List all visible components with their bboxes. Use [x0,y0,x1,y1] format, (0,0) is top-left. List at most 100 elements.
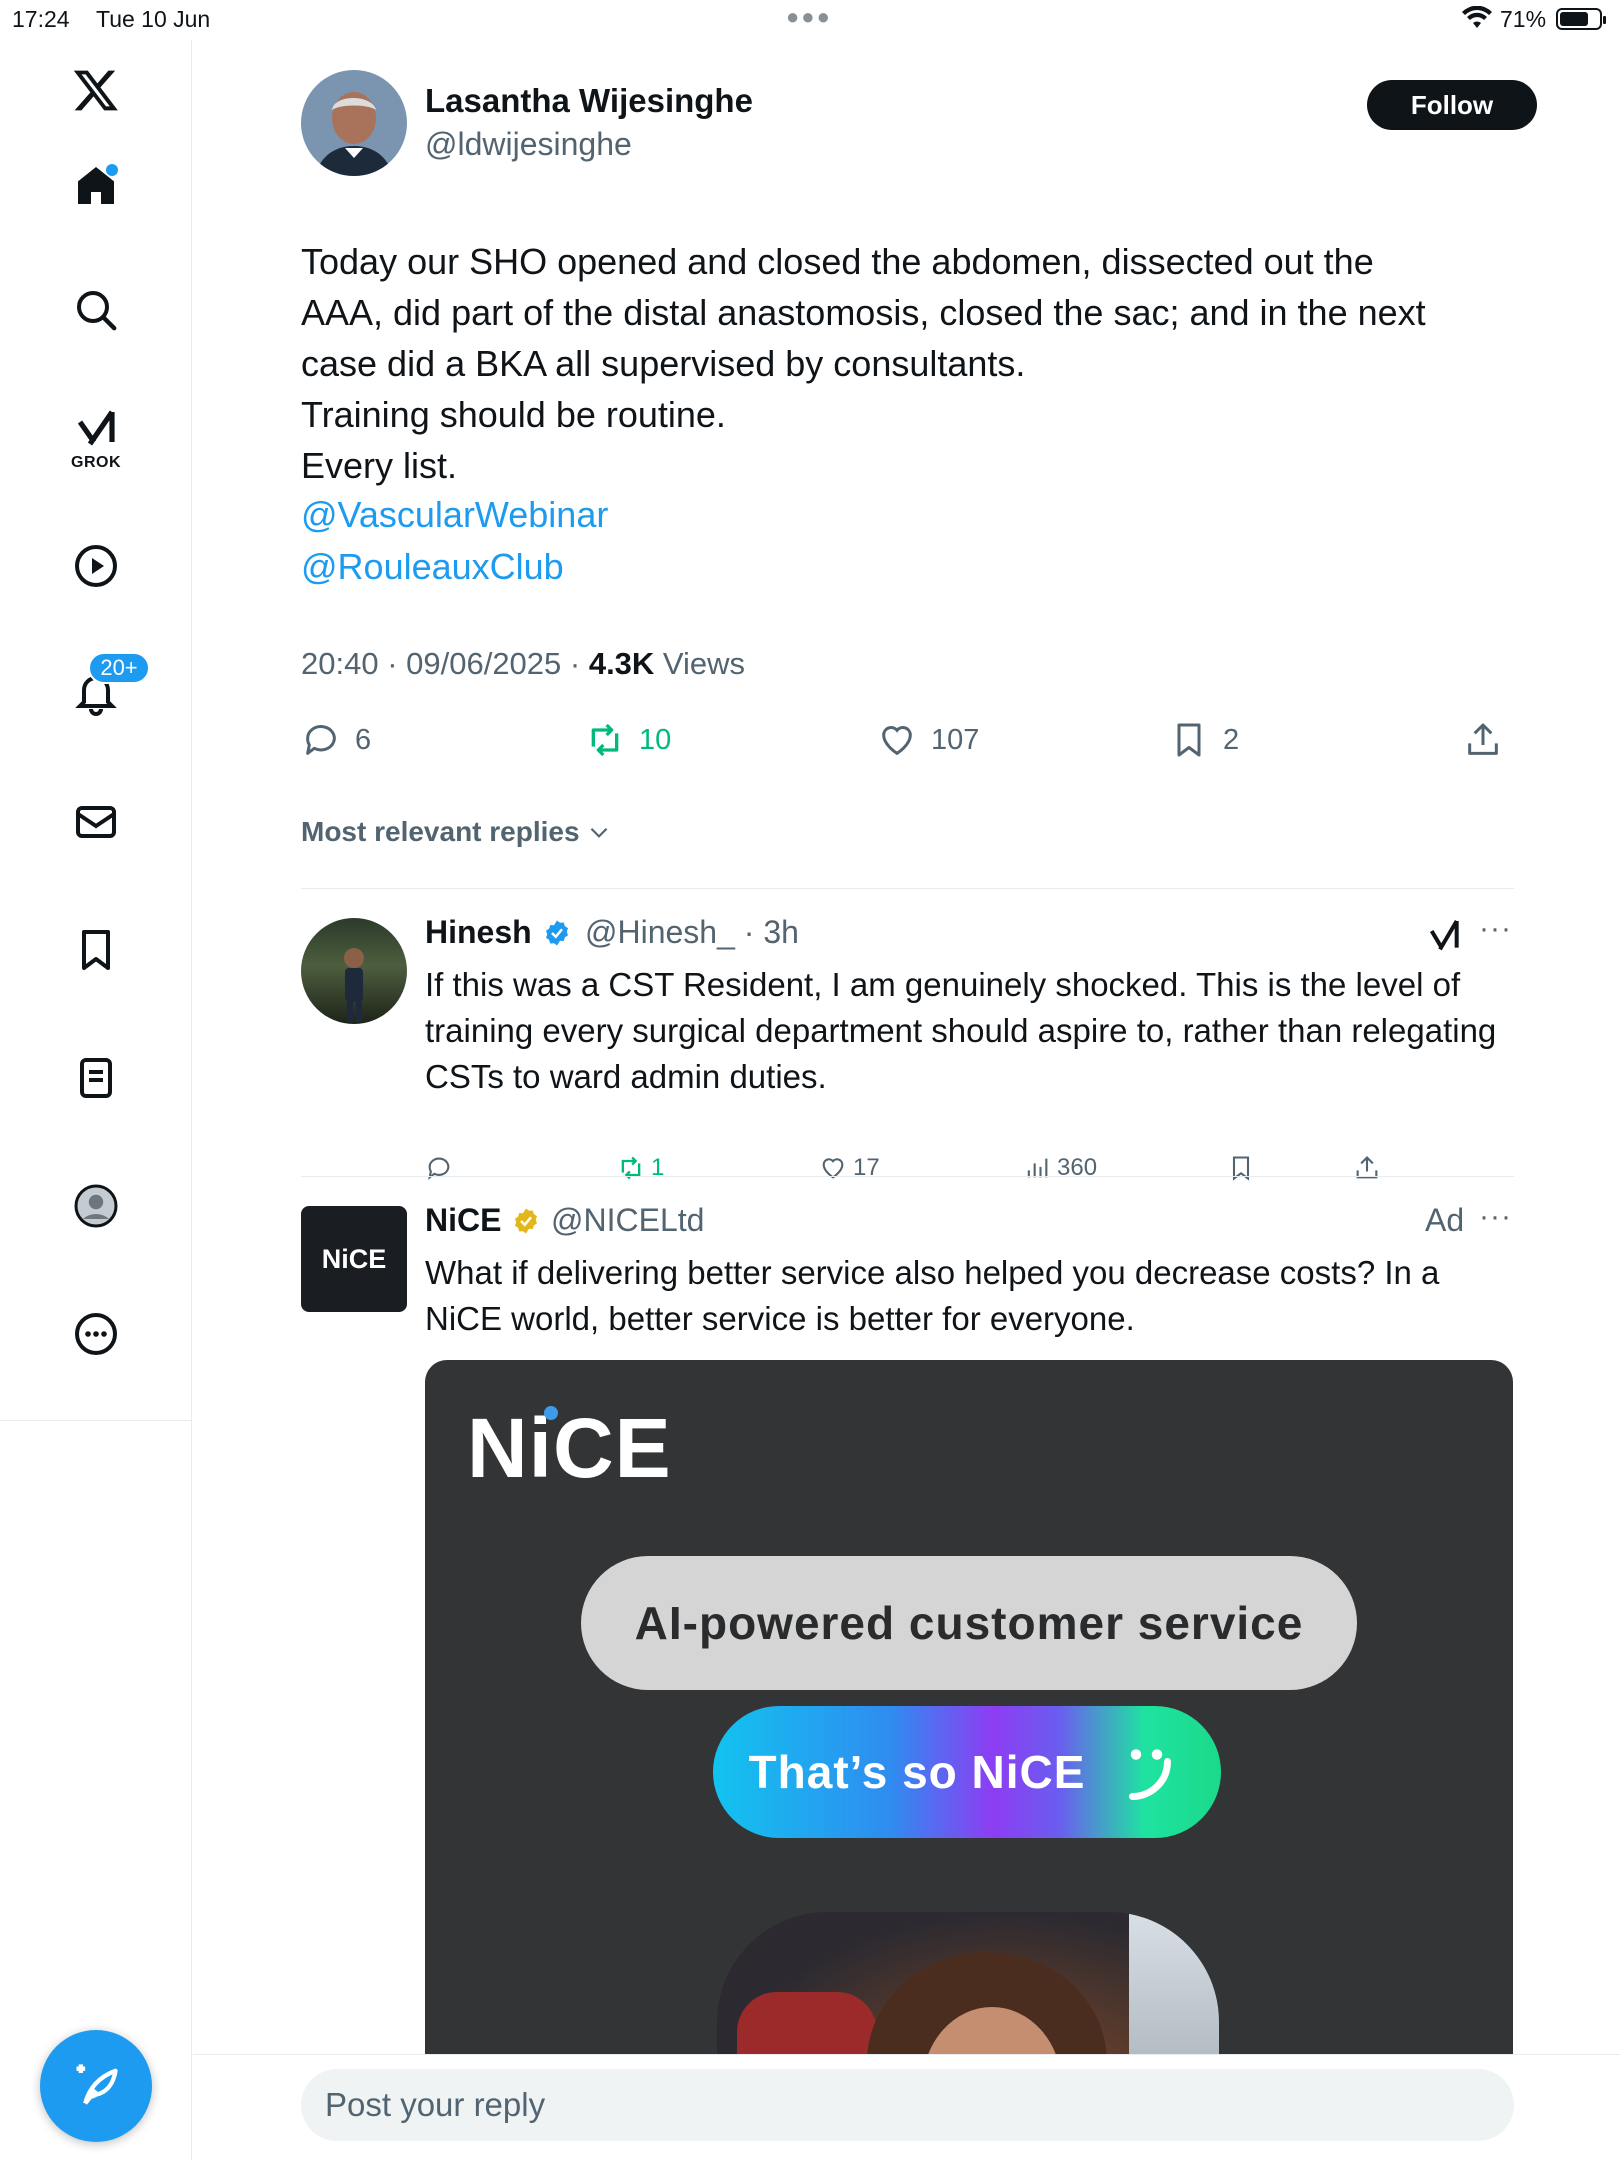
bookmark-count: 2 [1223,723,1240,756]
post-text: Today our SHO opened and closed the abdo… [301,241,1426,486]
search-icon[interactable] [66,280,126,340]
divider [301,1176,1514,1177]
bookmark-button[interactable]: 2 [1169,720,1239,760]
ad-label: Ad [1425,1202,1465,1238]
grok-icon[interactable]: GROK [66,410,126,471]
reply-text: If this was a CST Resident, I am genuine… [425,966,1497,1095]
unread-dot [106,164,118,176]
sidebar: GROK 20+ [0,40,192,2160]
reply-icon [306,725,336,755]
lists-icon[interactable] [66,1048,126,1108]
post-timestamp[interactable]: 20:40 · 09/06/2025 · [301,646,589,681]
reply-more-icon[interactable]: ··· [1479,912,1512,946]
like-button[interactable]: 107 [877,720,979,760]
divider [301,888,1514,889]
grok-explain-icon[interactable] [1425,916,1465,961]
mention-link[interactable]: @RouleauxClub [301,546,564,588]
reply-reply-button[interactable] [425,1154,453,1182]
smiley-icon [1129,1749,1172,1800]
author-avatar[interactable] [301,70,407,176]
replies-sort-dropdown[interactable]: Most relevant replies [301,816,612,848]
post-actions: 6 10 107 2 [301,720,1541,770]
follow-button[interactable]: Follow [1367,80,1537,130]
repost-icon [621,1156,641,1180]
ad-media[interactable]: NiCE AI-powered customer service That’s … [425,1360,1513,2060]
ad-media-pill-gradient: That’s so NiCE [713,1706,1221,1838]
ad-text: What if delivering better service also h… [425,1254,1440,1337]
advertiser-name[interactable]: NiCE [425,1202,541,1239]
reply-repost-count: 1 [651,1154,665,1181]
post-meta: 20:40 · 09/06/2025 · 4.3K Views [301,646,745,682]
mention-link[interactable]: @VascularWebinar [301,494,608,536]
bookmark-icon [1177,723,1201,757]
reply-icon [428,1157,450,1180]
reply-count: 6 [355,723,372,756]
grok-label: GROK [71,454,121,471]
author-name[interactable]: Lasantha Wijesinghe [425,82,753,120]
reply-composer-bar [193,2054,1620,2160]
reply-like-count: 17 [853,1154,880,1181]
chevron-down-icon [590,827,607,838]
notifications-bell-icon[interactable]: 20+ [66,652,150,724]
repost-count: 10 [639,723,672,756]
ad-media-pill: AI-powered customer service [581,1556,1357,1690]
wifi-icon [1462,5,1492,36]
views-chart-icon [1027,1158,1048,1178]
heart-icon [822,1158,844,1179]
advertiser-handle[interactable]: @NICELtd [551,1202,704,1239]
like-count: 107 [931,723,980,756]
ad-media-brand: NiCE [467,1400,672,1497]
verified-gold-badge-icon [515,1208,538,1233]
messages-envelope-icon[interactable] [66,792,126,852]
reply-input[interactable] [301,2069,1514,2141]
reply-author-name-text: Hinesh [425,914,532,950]
profile-avatar-icon[interactable] [66,1176,126,1236]
reply-views-count: 360 [1057,1154,1098,1181]
advertiser-name-text: NiCE [425,1202,502,1238]
reply-author-name[interactable]: Hinesh [425,914,572,951]
share-button[interactable] [1463,720,1503,760]
status-bar: 17:24 Tue 10 Jun ●●● 71% [0,0,1620,40]
share-icon [1468,723,1498,755]
ad-media-brand-text: NiCE [467,1401,672,1495]
reply-bookmark-button[interactable] [1227,1154,1255,1182]
compose-feather-icon [76,2064,118,2105]
post-detail: Lasantha Wijesinghe @ldwijesinghe Follow… [193,40,1620,2160]
repost-icon [591,723,619,757]
reply-views-button[interactable]: 360 [1023,1154,1097,1182]
ad-media-pill-text: That’s so NiCE [748,1746,1086,1798]
sidebar-divider [0,1420,192,1421]
reply-author-avatar[interactable] [301,918,407,1024]
repost-button[interactable]: 10 [585,720,671,760]
reply-actions: 1 17 360 [425,1154,1425,1194]
heart-icon [882,726,912,756]
battery-icon [1556,8,1606,30]
reply-button[interactable]: 6 [301,720,371,760]
share-icon [1356,1156,1378,1179]
bookmark-icon [1232,1156,1250,1181]
reply-share-button[interactable] [1353,1154,1381,1182]
verified-badge-icon [545,920,568,945]
x-logo-icon[interactable] [66,60,126,120]
more-options-icon[interactable] [66,1304,126,1364]
ad-media-photo [717,1912,1219,2060]
status-time: 17:24 [12,6,70,32]
replies-sort-label: Most relevant replies [301,816,580,847]
compose-post-button[interactable] [40,2030,152,2142]
brand-dot [544,1406,558,1420]
views-label: Views [654,646,746,681]
views-count: 4.3K [588,646,655,681]
notifications-badge: 20+ [88,652,150,684]
reply-author-handle[interactable]: @Hinesh_ · 3h [585,914,799,951]
battery-percent: 71% [1500,6,1547,32]
author-handle[interactable]: @ldwijesinghe [425,126,632,163]
bookmarks-icon[interactable] [66,920,126,980]
home-icon[interactable] [66,156,126,216]
video-icon[interactable] [66,536,126,596]
multitasking-dots-icon[interactable]: ●●● [786,4,832,30]
ad-more-icon[interactable]: ··· [1479,1200,1512,1234]
reply-like-button[interactable]: 17 [819,1154,880,1182]
status-date: Tue 10 Jun [96,6,211,32]
reply-repost-button[interactable]: 1 [617,1154,664,1182]
advertiser-avatar[interactable]: NiCE [301,1206,407,1312]
